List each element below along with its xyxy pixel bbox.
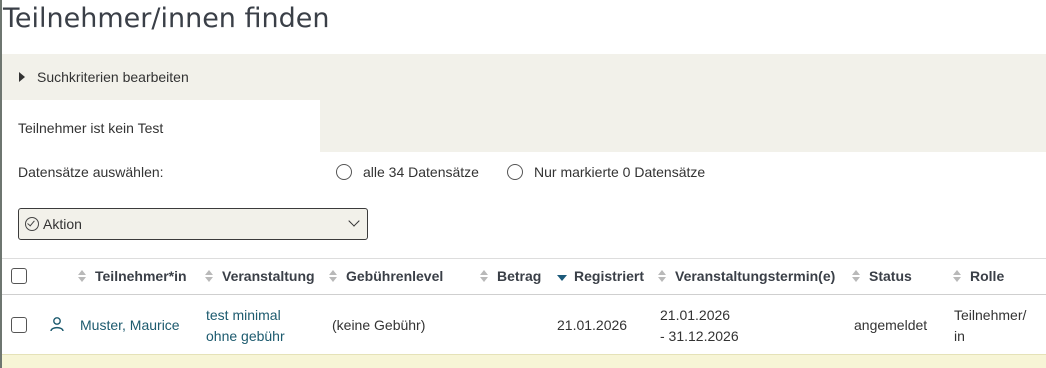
- column-header-label: Veranstaltungstermin(e): [675, 268, 836, 284]
- role-line: Teilnehmer/: [954, 307, 1027, 323]
- radio-circle[interactable]: [507, 164, 523, 180]
- table-header: Teilnehmer*in Veranstaltung Gebührenleve…: [2, 259, 1046, 295]
- search-criteria-toggle[interactable]: Suchkriterien bearbeiten: [2, 54, 1046, 100]
- sort-icon: [205, 269, 214, 283]
- chevron-down-icon: [348, 215, 360, 227]
- status-cell: angemeldet: [854, 317, 928, 333]
- sort-descending-icon: [557, 269, 567, 283]
- radio-marked-records[interactable]: Nur markierte 0 Datensätze: [507, 164, 705, 180]
- column-header-label: Veranstaltung: [222, 268, 315, 284]
- sort-icon: [658, 269, 667, 283]
- fee-level-cell: (keine Gebühr): [332, 317, 426, 333]
- column-header-label: Rolle: [970, 268, 1005, 284]
- criteria-panel-background: [320, 100, 1046, 152]
- event-name-line: ohne gebühr: [206, 328, 285, 344]
- radio-marked-records-label: Nur markierte 0 Datensätze: [534, 164, 706, 180]
- column-header-fee-level[interactable]: Gebührenlevel: [329, 268, 443, 284]
- column-header-label: Status: [869, 268, 912, 284]
- column-header-label: Betrag: [497, 268, 542, 284]
- sort-icon: [329, 269, 338, 283]
- column-header-participant[interactable]: Teilnehmer*in: [78, 268, 187, 284]
- event-date-line: - 31.12.2026: [660, 328, 739, 344]
- column-header-label: Registriert: [574, 268, 645, 284]
- role-cell: Teilnehmer/ in: [954, 305, 1026, 347]
- sort-icon: [480, 269, 489, 283]
- record-selection-label: Datensätze auswählen:: [18, 164, 164, 180]
- table-row: Muster, Maurice test minimal ohne gebühr…: [2, 296, 1046, 354]
- criteria-summary: Teilnehmer ist kein Test: [18, 120, 164, 136]
- column-header-status[interactable]: Status: [852, 268, 912, 284]
- action-select-label: Aktion: [43, 216, 82, 232]
- event-name-line: test minimal: [206, 307, 281, 323]
- event-date-line: 21.01.2026: [660, 307, 731, 323]
- column-header-role[interactable]: Rolle: [953, 268, 1004, 284]
- check-circle-icon: [25, 217, 39, 231]
- row-select-checkbox[interactable]: [11, 317, 27, 333]
- caret-right-icon: [19, 72, 25, 82]
- search-criteria-label: Suchkriterien bearbeiten: [37, 69, 189, 85]
- sort-icon: [78, 269, 87, 283]
- column-header-event[interactable]: Veranstaltung: [205, 268, 315, 284]
- event-dates-cell: 21.01.2026 - 31.12.2026: [660, 305, 739, 347]
- action-select[interactable]: Aktion: [18, 208, 368, 240]
- column-header-label: Gebührenlevel: [346, 268, 444, 284]
- page-title: Teilnehmer/innen finden: [3, 3, 330, 34]
- sort-icon: [852, 269, 861, 283]
- radio-all-records-label: alle 34 Datensätze: [363, 164, 479, 180]
- column-header-event-dates[interactable]: Veranstaltungstermin(e): [658, 268, 835, 284]
- column-header-amount[interactable]: Betrag: [480, 268, 541, 284]
- radio-all-records[interactable]: alle 34 Datensätze: [336, 164, 479, 180]
- next-row-highlight: [2, 354, 1046, 368]
- radio-circle[interactable]: [336, 164, 352, 180]
- role-line: in: [954, 328, 965, 344]
- participant-link[interactable]: Muster, Maurice: [80, 315, 180, 336]
- select-all-checkbox[interactable]: [11, 268, 27, 284]
- registered-date-cell: 21.01.2026: [557, 317, 628, 333]
- column-header-label: Teilnehmer*in: [95, 268, 187, 284]
- event-link[interactable]: test minimal ohne gebühr: [206, 305, 285, 347]
- person-icon[interactable]: [49, 316, 65, 332]
- column-header-registered[interactable]: Registriert: [557, 268, 644, 284]
- sort-icon: [953, 269, 962, 283]
